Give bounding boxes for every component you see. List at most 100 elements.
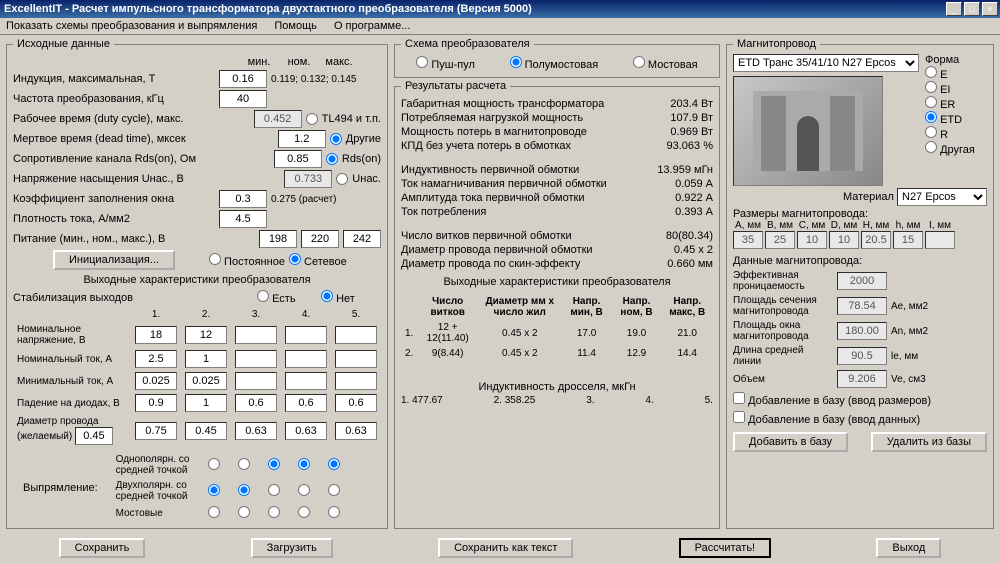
duty-input[interactable] [254, 110, 302, 128]
size-a[interactable] [733, 231, 763, 249]
size-d[interactable] [829, 231, 859, 249]
vnom-2[interactable] [185, 326, 227, 344]
imin-3[interactable] [235, 372, 277, 390]
mat-select[interactable]: N27 Epcos [897, 188, 987, 206]
duty-tl494-radio[interactable] [306, 113, 318, 125]
rect2-3[interactable] [268, 484, 280, 496]
stab-no-radio[interactable] [321, 290, 333, 302]
inom-3[interactable] [235, 350, 277, 368]
vnom-1[interactable] [135, 326, 177, 344]
src-const-radio[interactable] [209, 253, 221, 265]
rect3-2[interactable] [238, 506, 250, 518]
add-sizes-checkbox[interactable] [733, 392, 745, 404]
wire-5[interactable] [335, 422, 377, 440]
inom-4[interactable] [285, 350, 327, 368]
rect3-4[interactable] [298, 506, 310, 518]
scheme-half-radio[interactable] [510, 56, 522, 68]
imin-5[interactable] [335, 372, 377, 390]
induction-input[interactable] [219, 70, 267, 88]
src-mains-radio[interactable] [289, 253, 301, 265]
rds-input[interactable] [274, 150, 322, 168]
freq-input[interactable] [219, 90, 267, 108]
add-data-checkbox[interactable] [733, 411, 745, 423]
le-input[interactable] [837, 347, 887, 365]
size-c[interactable] [797, 231, 827, 249]
shape-other-radio[interactable] [925, 141, 937, 153]
menu-about[interactable]: О программе... [334, 20, 410, 32]
rect2-1[interactable] [208, 484, 220, 496]
imin-2[interactable] [185, 372, 227, 390]
kfill-input[interactable] [219, 190, 267, 208]
wire-3[interactable] [235, 422, 277, 440]
del-db-button[interactable]: Удалить из базы [871, 432, 987, 452]
psu-max[interactable] [343, 230, 381, 248]
dead-other-radio[interactable] [330, 133, 342, 145]
vnom-4[interactable] [285, 326, 327, 344]
add-db-button[interactable]: Добавить в базу [733, 432, 848, 452]
diode-5[interactable] [335, 394, 377, 412]
inom-1[interactable] [135, 350, 177, 368]
minimize-button[interactable]: _ [946, 2, 962, 16]
perm-input[interactable] [837, 272, 887, 290]
rds-radio[interactable] [326, 153, 338, 165]
rect1-2[interactable] [238, 458, 250, 470]
psu-min[interactable] [259, 230, 297, 248]
shape-ei-radio[interactable] [925, 81, 937, 93]
save-text-button[interactable]: Сохранить как текст [438, 538, 573, 558]
unas-input[interactable] [284, 170, 332, 188]
size-hh[interactable] [861, 231, 891, 249]
menu-schemes[interactable]: Показать схемы преобразования и выпрямле… [6, 20, 257, 32]
ae-label: Площадь сечения магнитопровода [733, 295, 833, 317]
shape-e-radio[interactable] [925, 66, 937, 78]
wire-4[interactable] [285, 422, 327, 440]
shape-etd-radio[interactable] [925, 111, 937, 123]
rect1-4[interactable] [298, 458, 310, 470]
vnom-5[interactable] [335, 326, 377, 344]
rect3-3[interactable] [268, 506, 280, 518]
shape-r-radio[interactable] [925, 126, 937, 138]
rect1-3[interactable] [268, 458, 280, 470]
ve-input[interactable] [837, 370, 887, 388]
rect3-1[interactable] [208, 506, 220, 518]
size-b[interactable] [765, 231, 795, 249]
rect1-5[interactable] [328, 458, 340, 470]
init-button[interactable]: Инициализация... [53, 250, 175, 270]
inom-5[interactable] [335, 350, 377, 368]
menu-help[interactable]: Помощь [274, 20, 317, 32]
psu-nom[interactable] [301, 230, 339, 248]
unas-radio[interactable] [336, 173, 348, 185]
rect2-5[interactable] [328, 484, 340, 496]
stab-yes-radio[interactable] [257, 290, 269, 302]
load-button[interactable]: Загрузить [251, 538, 333, 558]
diode-3[interactable] [235, 394, 277, 412]
rect3-5[interactable] [328, 506, 340, 518]
rect1-1[interactable] [208, 458, 220, 470]
close-button[interactable]: × [982, 2, 998, 16]
diode-4[interactable] [285, 394, 327, 412]
rect2-4[interactable] [298, 484, 310, 496]
core-select[interactable]: ETD Транс 35/41/10 N27 Epcos [733, 54, 919, 72]
wire-2[interactable] [185, 422, 227, 440]
calc-button[interactable]: Рассчитать! [679, 538, 771, 558]
ae-input[interactable] [837, 297, 887, 315]
maximize-button[interactable]: □ [964, 2, 980, 16]
size-h[interactable] [893, 231, 923, 249]
wire-1[interactable] [135, 422, 177, 440]
exit-button[interactable]: Выход [876, 538, 941, 558]
imin-4[interactable] [285, 372, 327, 390]
jdens-input[interactable] [219, 210, 267, 228]
diode-1[interactable] [135, 394, 177, 412]
diode-2[interactable] [185, 394, 227, 412]
wire-0[interactable] [75, 427, 113, 445]
scheme-push-radio[interactable] [416, 56, 428, 68]
save-button[interactable]: Сохранить [59, 538, 146, 558]
dead-input[interactable] [278, 130, 326, 148]
shape-er-radio[interactable] [925, 96, 937, 108]
size-i[interactable] [925, 231, 955, 249]
an-input[interactable] [837, 322, 887, 340]
imin-1[interactable] [135, 372, 177, 390]
inom-2[interactable] [185, 350, 227, 368]
vnom-3[interactable] [235, 326, 277, 344]
rect2-2[interactable] [238, 484, 250, 496]
scheme-full-radio[interactable] [633, 56, 645, 68]
